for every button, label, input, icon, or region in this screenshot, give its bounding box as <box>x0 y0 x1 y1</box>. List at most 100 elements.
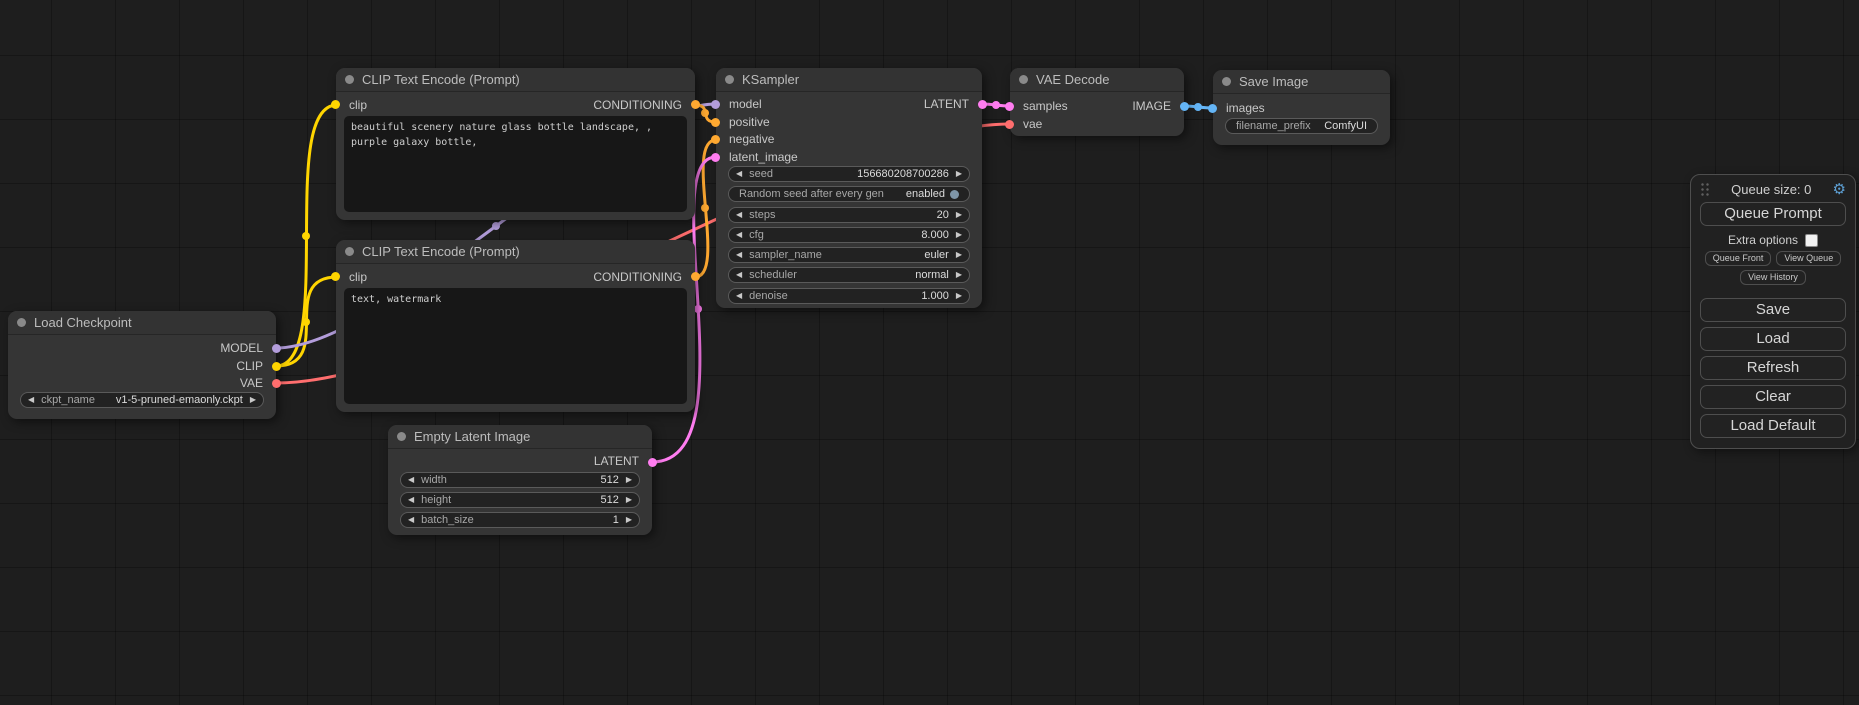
collapse-dot-icon[interactable] <box>397 432 406 441</box>
widget-cfg[interactable]: ◀ cfg 8.000 ▶ <box>728 227 970 243</box>
node-title-bar[interactable]: VAE Decode <box>1010 68 1184 92</box>
node-title: Empty Latent Image <box>414 429 530 444</box>
increment-arrow-icon[interactable]: ▶ <box>250 396 256 404</box>
collapse-dot-icon[interactable] <box>17 318 26 327</box>
history-row: View History <box>1691 270 1855 285</box>
widget-ckpt-name[interactable]: ◀ ckpt_name v1-5-pruned-emaonly.ckpt ▶ <box>20 392 264 408</box>
increment-arrow-icon[interactable]: ▶ <box>956 292 962 300</box>
node-vae-decode: VAE Decode samples vae IMAGE <box>1010 68 1184 136</box>
node-title-bar[interactable]: Empty Latent Image <box>388 425 652 449</box>
collapse-dot-icon[interactable] <box>345 75 354 84</box>
increment-arrow-icon[interactable]: ▶ <box>956 231 962 239</box>
collapse-dot-icon[interactable] <box>1019 75 1028 84</box>
widget-label: steps <box>749 209 775 221</box>
output-slot-clip[interactable] <box>272 362 281 371</box>
node-title-bar[interactable]: CLIP Text Encode (Prompt) <box>336 240 695 264</box>
widget-batch-size[interactable]: ◀ batch_size 1 ▶ <box>400 512 640 528</box>
node-graph-canvas[interactable]: Load Checkpoint MODEL CLIP VAE ◀ ckpt_na… <box>0 0 1859 705</box>
input-slot-clip[interactable] <box>331 100 340 109</box>
collapse-dot-icon[interactable] <box>1222 77 1231 86</box>
widget-control-after-generate[interactable]: Random seed after every gen enabled <box>728 186 970 202</box>
widget-label: ckpt_name <box>41 394 95 406</box>
output-slot-conditioning[interactable] <box>691 272 700 281</box>
increment-arrow-icon[interactable]: ▶ <box>626 476 632 484</box>
widget-label: seed <box>749 168 773 180</box>
widget-value: 20 <box>937 209 949 221</box>
increment-arrow-icon[interactable]: ▶ <box>626 516 632 524</box>
output-slot-latent[interactable] <box>648 458 657 467</box>
node-empty-latent-image: Empty Latent Image LATENT ◀ width 512 ▶ … <box>388 425 652 535</box>
view-history-button[interactable]: View History <box>1740 270 1806 285</box>
output-slot-model[interactable] <box>272 344 281 353</box>
increment-arrow-icon[interactable]: ▶ <box>626 496 632 504</box>
input-slot-vae[interactable] <box>1005 120 1014 129</box>
widget-height[interactable]: ◀ height 512 ▶ <box>400 492 640 508</box>
decrement-arrow-icon[interactable]: ◀ <box>736 170 742 178</box>
node-ksampler: KSampler model positive negative latent_… <box>716 68 982 308</box>
input-label-vae: vae <box>1023 117 1042 131</box>
node-title-bar[interactable]: CLIP Text Encode (Prompt) <box>336 68 695 92</box>
input-slot-negative[interactable] <box>711 135 720 144</box>
clear-button[interactable]: Clear <box>1700 385 1846 409</box>
decrement-arrow-icon[interactable]: ◀ <box>736 271 742 279</box>
prompt-text-area[interactable]: beautiful scenery nature glass bottle la… <box>344 116 687 212</box>
extra-options-checkbox[interactable] <box>1805 234 1818 247</box>
node-title-bar[interactable]: Load Checkpoint <box>8 311 276 335</box>
queue-actions-row: Queue Front View Queue <box>1691 251 1855 266</box>
save-button[interactable]: Save <box>1700 298 1846 322</box>
input-slot-positive[interactable] <box>711 118 720 127</box>
increment-arrow-icon[interactable]: ▶ <box>956 251 962 259</box>
input-label-images: images <box>1226 101 1265 115</box>
node-title-bar[interactable]: KSampler <box>716 68 982 92</box>
decrement-arrow-icon[interactable]: ◀ <box>28 396 34 404</box>
collapse-dot-icon[interactable] <box>345 247 354 256</box>
input-slot-images[interactable] <box>1208 104 1217 113</box>
widget-scheduler[interactable]: ◀ scheduler normal ▶ <box>728 267 970 283</box>
increment-arrow-icon[interactable]: ▶ <box>956 170 962 178</box>
view-queue-button[interactable]: View Queue <box>1776 251 1841 266</box>
drag-handle-icon[interactable] <box>1700 182 1710 197</box>
extra-options-label: Extra options <box>1728 233 1798 247</box>
widget-steps[interactable]: ◀ steps 20 ▶ <box>728 207 970 223</box>
settings-gear-icon[interactable]: ⚙ <box>1833 182 1846 197</box>
widget-width[interactable]: ◀ width 512 ▶ <box>400 472 640 488</box>
widget-sampler-name[interactable]: ◀ sampler_name euler ▶ <box>728 247 970 263</box>
decrement-arrow-icon[interactable]: ◀ <box>736 292 742 300</box>
node-clip-text-encode-negative: CLIP Text Encode (Prompt) clip CONDITION… <box>336 240 695 412</box>
decrement-arrow-icon[interactable]: ◀ <box>408 476 414 484</box>
queue-front-button[interactable]: Queue Front <box>1705 251 1772 266</box>
refresh-button[interactable]: Refresh <box>1700 356 1846 380</box>
output-slot-image[interactable] <box>1180 102 1189 111</box>
decrement-arrow-icon[interactable]: ◀ <box>408 496 414 504</box>
load-button[interactable]: Load <box>1700 327 1846 351</box>
load-default-button[interactable]: Load Default <box>1700 414 1846 438</box>
queue-prompt-button[interactable]: Queue Prompt <box>1700 202 1846 226</box>
prompt-text-area[interactable]: text, watermark <box>344 288 687 404</box>
output-slot-conditioning[interactable] <box>691 100 700 109</box>
output-slot-latent[interactable] <box>978 100 987 109</box>
decrement-arrow-icon[interactable]: ◀ <box>736 251 742 259</box>
input-slot-latent-image[interactable] <box>711 153 720 162</box>
link-midpoint-dot <box>302 232 310 240</box>
output-label-latent: LATENT <box>594 454 639 468</box>
increment-arrow-icon[interactable]: ▶ <box>956 211 962 219</box>
toggle-dot-icon[interactable] <box>950 190 959 199</box>
widget-seed[interactable]: ◀ seed 156680208700286 ▶ <box>728 166 970 182</box>
node-title: KSampler <box>742 72 799 87</box>
input-slot-samples[interactable] <box>1005 102 1014 111</box>
widget-denoise[interactable]: ◀ denoise 1.000 ▶ <box>728 288 970 304</box>
increment-arrow-icon[interactable]: ▶ <box>956 271 962 279</box>
link-midpoint-dot <box>694 305 702 313</box>
widget-filename-prefix[interactable]: filename_prefix ComfyUI <box>1225 118 1378 134</box>
decrement-arrow-icon[interactable]: ◀ <box>736 231 742 239</box>
input-slot-model[interactable] <box>711 100 720 109</box>
decrement-arrow-icon[interactable]: ◀ <box>736 211 742 219</box>
node-title: VAE Decode <box>1036 72 1109 87</box>
widget-label: Random seed after every gen <box>739 188 884 200</box>
node-title-bar[interactable]: Save Image <box>1213 70 1390 94</box>
output-slot-vae[interactable] <box>272 379 281 388</box>
collapse-dot-icon[interactable] <box>725 75 734 84</box>
decrement-arrow-icon[interactable]: ◀ <box>408 516 414 524</box>
widget-label: batch_size <box>421 514 474 526</box>
input-slot-clip[interactable] <box>331 272 340 281</box>
